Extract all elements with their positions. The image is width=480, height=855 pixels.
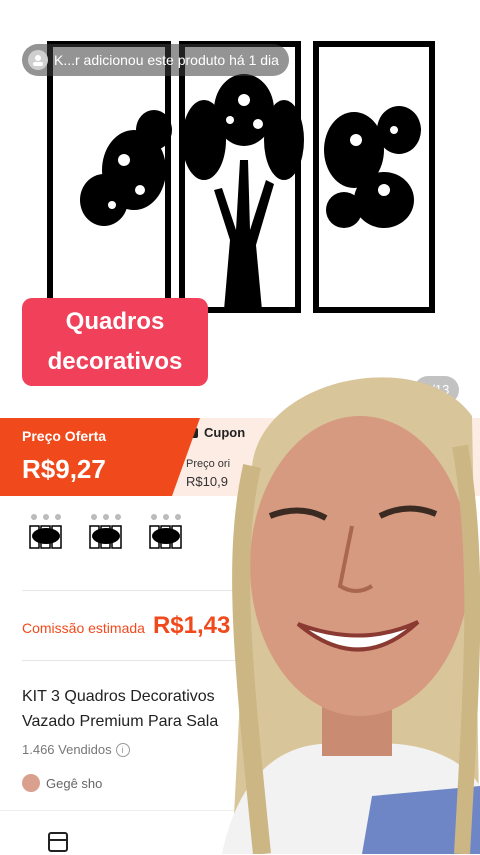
product-thumbnail[interactable] [146, 512, 186, 552]
product-added-notification[interactable]: K...r adicionou este produto há 1 dia [22, 44, 289, 76]
notification-text: K...r adicionou este produto há 1 dia [54, 52, 279, 68]
commission-row: Comissão estimada R$1,43 [22, 612, 230, 640]
video-caption: Quadros decorativos [22, 298, 208, 386]
info-icon[interactable]: i [115, 742, 130, 757]
shop-avatar [22, 774, 40, 792]
avatar-icon [28, 50, 48, 70]
commission-label: Comissão estimada [22, 620, 145, 636]
caption-line-2: decorativos [47, 348, 183, 375]
product-thumbnail[interactable] [26, 512, 66, 552]
creator-camera-overlay [222, 377, 480, 854]
product-image[interactable] [44, 40, 436, 316]
shop-row[interactable]: Gegê sho [22, 774, 102, 792]
sold-text: 1.466 Vendidos [22, 742, 112, 757]
caption-line-1: Quadros [65, 308, 165, 335]
storefront-icon[interactable] [48, 832, 68, 852]
offer-price: R$9,27 [22, 454, 106, 484]
shop-name: Gegê sho [46, 775, 103, 791]
sold-count: 1.466 Vendidos i [22, 742, 130, 757]
offer-label: Preço Oferta [22, 428, 107, 444]
commission-value: R$1,43 [152, 612, 231, 639]
product-thumbnail[interactable] [86, 512, 126, 552]
offer-banner: Preço Oferta R$9,27 [0, 418, 200, 496]
